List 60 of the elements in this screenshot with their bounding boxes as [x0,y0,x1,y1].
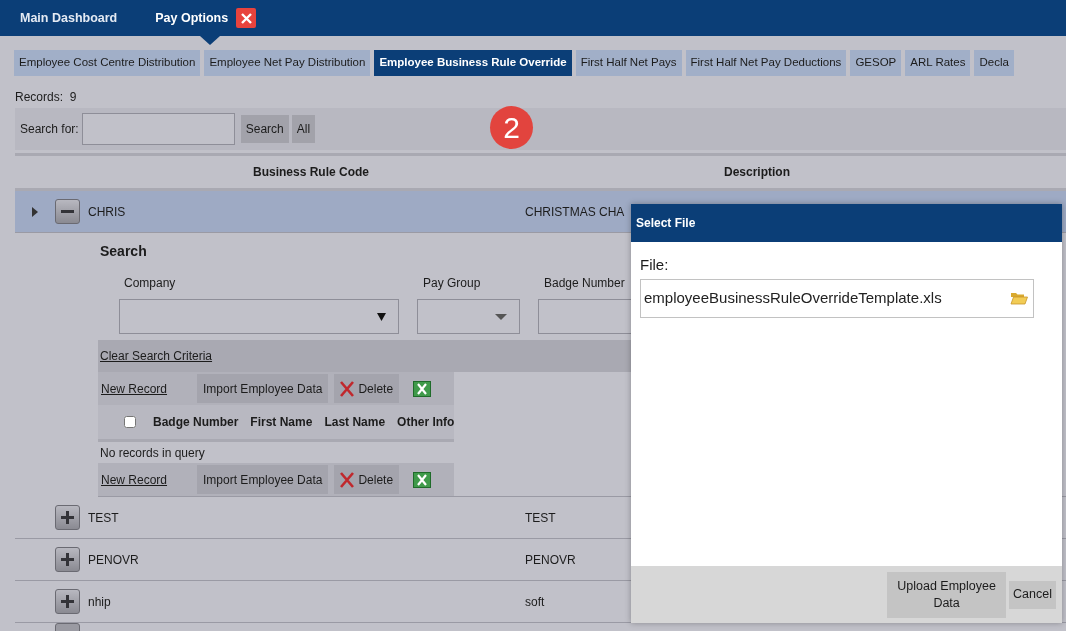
tab[interactable]: Employee Business Rule Override [374,50,572,76]
collapse-button[interactable] [55,199,80,224]
filter-label: Company [123,275,177,292]
search-field[interactable] [81,113,235,145]
column-header: Badge Number [153,414,239,431]
import-button[interactable]: Import Employee Data [197,374,329,403]
import-button[interactable]: Import Employee Data [197,465,329,494]
tab[interactable]: GESOP [850,50,902,76]
table-cell-text: nhip [88,593,112,611]
file-label: File: [640,255,670,275]
all-button[interactable]: All [291,115,316,143]
upload-button[interactable]: Upload Employee Data [887,571,1007,618]
empty-message: No records in query [99,444,206,462]
top-nav-tab[interactable]: Pay Options [155,8,229,28]
expand-button[interactable] [55,547,80,572]
table-cell-text: TEST [525,509,556,527]
tab[interactable]: Employee Cost Centre Distribution [14,50,201,76]
spreadsheet-icon[interactable] [413,380,432,397]
table-cell-text: CHRIS [88,203,127,221]
plus-icon [60,510,75,525]
plus-icon [60,594,75,609]
file-field[interactable]: employeeBusinessRuleOverrideTemplate.xls [640,278,1034,318]
tab[interactable]: First Half Net Pay Deductions [685,50,847,76]
expand-button[interactable] [55,505,80,530]
column-header: Last Name [324,414,386,431]
filter-label: Badge Number [543,275,626,292]
delete-button[interactable]: Delete [334,374,400,403]
search-title: Search [100,242,148,261]
search-button[interactable]: Search [240,115,289,143]
tab[interactable]: ARL Rates [905,50,971,76]
tab[interactable]: First Half Net Pays [575,50,682,76]
delete-button[interactable]: Delete [334,465,400,494]
column-header: Description [723,164,791,181]
column-header: First Name [250,414,313,431]
search-label: Search for: [20,121,79,138]
filter-label: Pay Group [422,275,482,292]
clear-search-link[interactable]: Clear Search Criteria [100,347,213,365]
tab[interactable]: Decla [974,50,1014,76]
row-pointer-icon [32,206,38,217]
table-cell-text: PENOVR [525,551,576,569]
column-header: Other Info [397,414,455,431]
table-cell-text: soft [525,593,545,611]
top-nav-tab[interactable]: Main Dashboard [20,8,118,28]
table-cell-text: CHRISTMAS CHA [525,203,625,221]
select-all-checkbox[interactable] [124,416,136,428]
new-record-link[interactable]: New Record [101,379,168,398]
expand-button[interactable] [55,589,80,614]
new-record-link[interactable]: New Record [101,470,168,489]
step-number-badge: 2 [490,106,533,149]
spreadsheet-icon[interactable] [413,471,432,488]
dialog-title: Select File [636,215,696,232]
table-cell-text: TEST [88,509,120,527]
cancel-button[interactable]: Cancel [1009,580,1056,609]
dropdown-arrow-icon [495,313,507,320]
plus-icon [60,552,75,567]
tab[interactable]: Employee Net Pay Distribution [204,50,371,76]
table-cell-text: PENOVR [88,551,140,569]
column-header: Business Rule Code [252,164,370,181]
dropdown-arrow-icon [377,312,386,321]
records-count: Records: 9 [14,89,78,106]
